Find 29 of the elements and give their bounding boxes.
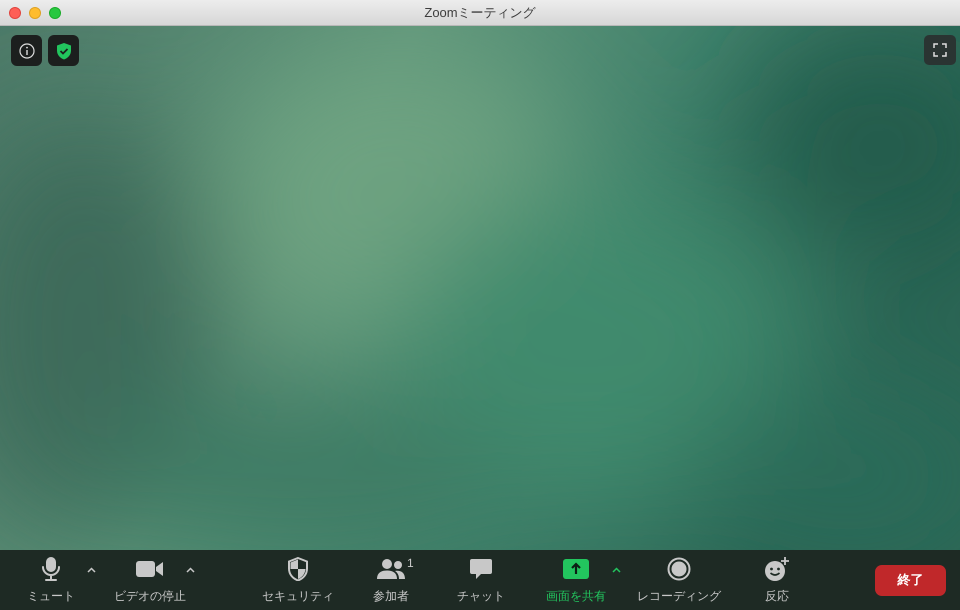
mic-button[interactable]: ミュート	[6, 550, 96, 610]
close-button[interactable]	[9, 7, 21, 19]
video-button[interactable]: ビデオの停止	[105, 550, 195, 610]
shield-icon	[287, 556, 309, 580]
end-meeting-button[interactable]: 終了	[875, 564, 946, 596]
security-status-button[interactable]	[48, 35, 79, 66]
reactions-button[interactable]: 反応	[732, 550, 822, 610]
video-camera-icon	[135, 558, 165, 578]
participant-count: 1	[407, 554, 414, 572]
chat-button[interactable]: チャット	[436, 550, 526, 610]
share-screen-icon	[562, 558, 590, 580]
speech-bubble-icon	[469, 558, 493, 580]
security-button[interactable]: セキュリティ	[253, 550, 343, 610]
people-icon	[376, 558, 406, 580]
caret-icon	[186, 567, 194, 573]
shield-check-icon	[56, 42, 72, 60]
fullscreen-icon	[933, 43, 947, 57]
fullscreen-button[interactable]	[924, 35, 956, 65]
info-button[interactable]	[11, 35, 42, 66]
caret-icon	[612, 567, 620, 573]
smiley-plus-icon	[764, 556, 790, 582]
window-title: Zoomミーティング	[424, 4, 536, 22]
caret-icon	[86, 567, 96, 573]
record-icon	[667, 556, 691, 580]
info-icon	[18, 42, 34, 58]
record-button[interactable]: レコーディング	[634, 550, 724, 610]
microphone-icon	[41, 556, 61, 582]
share-button[interactable]: 画面を共有	[531, 550, 621, 610]
participants-button[interactable]: 1 参加者	[346, 550, 436, 610]
